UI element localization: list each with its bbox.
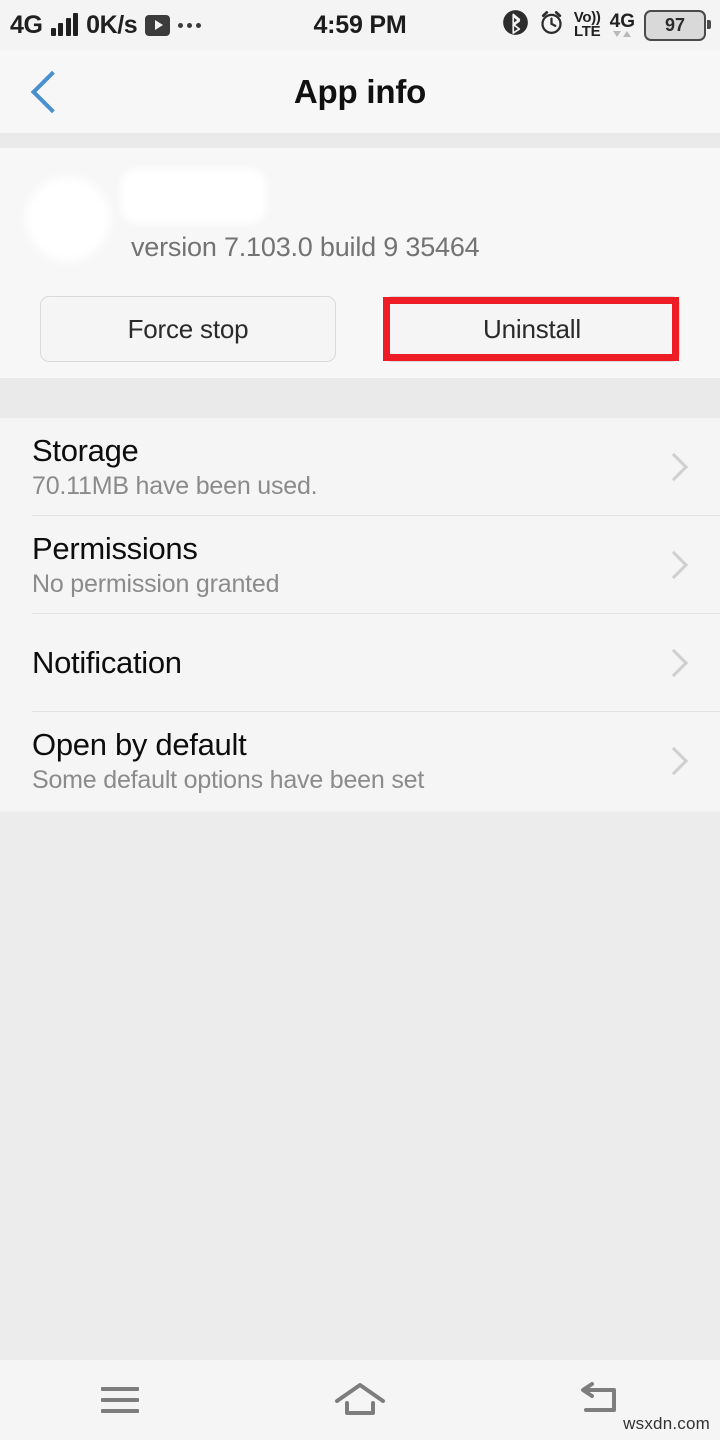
app-summary-block: version 7.103.0 build 9 35464 Force stop… [0,148,720,378]
app-bar: App info [0,50,720,133]
status-bar-right: Vo)) LTE 4G 97 [502,9,711,41]
play-icon [145,14,171,36]
list-item-subtitle: Some default options have been set [32,766,425,795]
page-title: App info [293,72,427,110]
list-item-subtitle: 70.11MB have been used. [32,472,318,501]
volte-icon: Vo)) LTE [574,10,601,40]
system-navigation-bar [0,1360,720,1440]
menu-icon [101,1387,139,1413]
app-name-redacted [126,174,261,218]
list-item-permissions[interactable]: Permissions No permission granted [0,516,720,614]
app-settings-list: Storage 70.11MB have been used. Permissi… [0,418,720,810]
mobile-data-indicator: 4G [609,10,635,38]
back-arrow-icon [576,1380,624,1420]
data-speed-label: 0K/s [86,10,138,39]
list-item-notification[interactable]: Notification [0,614,720,712]
clock-label: 4:59 PM [313,10,407,39]
recents-button[interactable] [0,1360,240,1440]
data-transfer-arrows-icon [613,31,632,38]
section-divider-top [0,133,720,148]
list-item-title: Permissions [32,530,198,566]
section-divider-middle [0,378,720,418]
more-dots-icon [178,22,202,28]
bluetooth-icon [502,9,529,41]
list-item-open-by-default[interactable]: Open by default Some default options hav… [0,712,720,810]
phone-screen: 4G 0K/s 4:59 PM Vo)) LTE 4G 97 App info … [0,0,720,1440]
home-button[interactable] [240,1360,480,1440]
signal-strength-icon [50,13,79,36]
alarm-clock-icon [538,9,565,41]
list-item-title: Open by default [32,726,247,762]
list-item-subtitle: No permission granted [32,570,280,599]
status-bar-left: 4G 0K/s [10,10,202,39]
force-stop-button[interactable]: Force stop [40,296,336,362]
home-icon [333,1380,387,1420]
uninstall-button[interactable]: Uninstall [384,296,680,362]
list-item-title: Notification [32,645,182,681]
list-item-title: Storage [32,432,139,468]
status-bar: 4G 0K/s 4:59 PM Vo)) LTE 4G 97 [0,0,720,50]
volte-bottom-label: LTE [574,23,601,40]
watermark: wsxdn.com [623,1414,710,1433]
mobile-network-label: 4G [609,10,635,32]
battery-icon: 97 [644,9,711,41]
app-action-buttons: Force stop Uninstall [0,296,720,362]
list-item-storage[interactable]: Storage 70.11MB have been used. [0,418,720,516]
app-version-label: version 7.103.0 build 9 35464 [131,232,480,262]
battery-level-label: 97 [664,14,686,35]
app-icon [32,183,104,255]
network-type-label: 4G [10,10,43,39]
empty-page-area [0,812,720,1360]
